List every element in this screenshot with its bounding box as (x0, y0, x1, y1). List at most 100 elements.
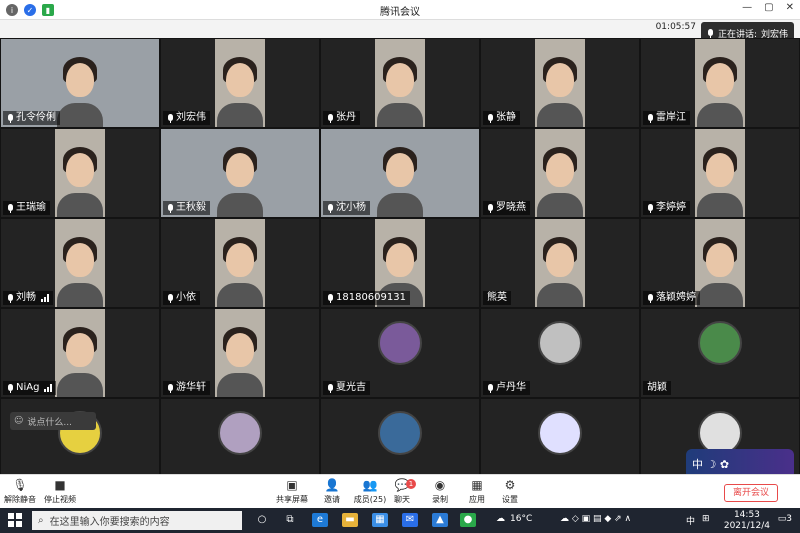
participant-name-tag: 游华轩 (163, 381, 210, 395)
edge-icon[interactable]: e (312, 513, 328, 527)
mic-icon (327, 203, 334, 213)
participant-tile[interactable]: 张丹 (320, 38, 480, 128)
participant-tile[interactable]: 胡颖 (640, 308, 800, 398)
share-screen-button[interactable]: ▣ 共享屏幕 (272, 478, 312, 505)
stop-video-label: 停止视频 (44, 495, 76, 504)
participant-face (226, 333, 254, 367)
mic-icon (167, 383, 174, 393)
tray-icons[interactable]: ☁ ◇ ▣ ▤ ◆ ⇗ ∧ (560, 514, 631, 524)
ime-mode-icon[interactable]: ⊞ (702, 514, 710, 524)
wechat-icon[interactable]: ● (460, 513, 476, 527)
chat-badge: 1 (406, 479, 416, 489)
ime-indicator[interactable]: 中 (686, 514, 695, 527)
participant-avatar (698, 321, 742, 365)
chat-button[interactable]: 💬 1 聊天 (382, 478, 422, 505)
participant-tile[interactable]: 游华轩 (160, 308, 320, 398)
participant-name-tag: 张静 (483, 111, 520, 125)
close-button[interactable]: ✕ (786, 2, 794, 13)
mic-off-icon: 🎙 (12, 478, 28, 492)
maximize-button[interactable]: ▢ (764, 2, 773, 13)
taskbar-search[interactable]: ⌕ 在这里输入你要搜索的内容 (32, 511, 242, 530)
store-icon[interactable]: ▦ (372, 513, 388, 527)
participant-name: 游华轩 (176, 382, 206, 393)
invite-button[interactable]: 👤 邀请 (312, 478, 352, 505)
participant-name-tag: 熊英 (483, 291, 511, 305)
participant-tile[interactable]: 刘畅 (0, 218, 160, 308)
participant-tile[interactable]: 沈小杨 (320, 128, 480, 218)
mic-icon (7, 293, 14, 303)
windows-taskbar: ⌕ 在这里输入你要搜索的内容 ○ ⧉ e ▬ ▦ ✉ ▲ ● ☁ 16°C ☁ … (0, 508, 800, 533)
participant-body (57, 283, 103, 307)
weather-icon[interactable]: ☁ (496, 514, 505, 524)
record-button[interactable]: ◉ 录制 (420, 478, 460, 505)
participant-name-tag: 18180609131 (323, 291, 410, 305)
participant-name: 罗晓燕 (496, 202, 526, 213)
notification-icon[interactable]: ▭3 (778, 514, 792, 524)
emoji-icon[interactable]: ☺ (14, 416, 23, 426)
participant-tile[interactable]: 刘宏伟 (160, 38, 320, 128)
participant-body (217, 193, 263, 217)
tencent-meeting-icon[interactable]: ▲ (432, 513, 448, 527)
participant-name: 张静 (496, 112, 516, 123)
participant-name: 王瑞瑜 (16, 202, 46, 213)
decorative-widget-text: 中 ☽ ✿ (692, 458, 730, 471)
participant-face (226, 243, 254, 277)
task-view-icon[interactable]: ⧉ (282, 513, 298, 527)
chat-label: 聊天 (394, 495, 410, 504)
participant-tile[interactable]: 王瑞瑜 (0, 128, 160, 218)
participant-video (535, 39, 585, 127)
participant-tile[interactable]: 孔令伶俐 (0, 38, 160, 128)
participant-tile[interactable]: 熊英 (480, 218, 640, 308)
participant-name-tag: 胡颖 (643, 381, 671, 395)
leave-meeting-button[interactable]: 离开会议 (723, 484, 778, 502)
participant-body (697, 283, 743, 307)
clock-date: 2021/12/4 (723, 521, 770, 531)
weather-temp[interactable]: 16°C (510, 514, 532, 524)
file-explorer-icon[interactable]: ▬ (342, 513, 358, 527)
participant-avatar (378, 321, 422, 365)
invite-label: 邀请 (324, 495, 340, 504)
participant-name-tag: 刘畅 (3, 291, 53, 305)
participant-tile[interactable]: 夏光吉 (320, 308, 480, 398)
participant-name: 张丹 (336, 112, 356, 123)
participant-body (697, 103, 743, 127)
stop-video-button[interactable]: ■ 停止视频 (40, 478, 80, 505)
participant-tile[interactable]: 雷岸江 (640, 38, 800, 128)
share-screen-icon: ▣ (286, 478, 298, 492)
participant-name: 小依 (176, 292, 196, 303)
participant-face (66, 153, 94, 187)
participant-tile[interactable]: 18180609131 (320, 218, 480, 308)
participant-face (226, 153, 254, 187)
participant-name: 孔令伶俐 (16, 112, 56, 123)
mic-icon (647, 113, 654, 123)
participant-name: 熊英 (487, 292, 507, 303)
participant-tile[interactable]: 小依 (160, 218, 320, 308)
participant-tile[interactable]: 张静 (480, 38, 640, 128)
participant-tile[interactable]: 落颖娉婷 (640, 218, 800, 308)
mic-icon (7, 383, 14, 393)
windows-start-icon[interactable] (8, 513, 22, 527)
invite-icon: 👤 (324, 478, 340, 492)
cortana-icon[interactable]: ○ (254, 513, 270, 527)
participant-tile[interactable]: 卢丹华 (480, 308, 640, 398)
participant-body (377, 103, 423, 127)
minimize-button[interactable]: — (742, 2, 752, 13)
participant-body (217, 103, 263, 127)
mail-icon[interactable]: ✉ (402, 513, 418, 527)
participant-name: 雷岸江 (656, 112, 686, 123)
chat-placeholder: 说点什么... (27, 417, 72, 428)
settings-label: 设置 (502, 495, 518, 504)
title-bar: i ✓ ▮ 腾讯会议 — ▢ ✕ (0, 0, 800, 20)
taskbar-clock[interactable]: 14:53 2021/12/4 (724, 510, 770, 532)
settings-button[interactable]: ⚙ 设置 (490, 478, 530, 505)
participant-name-tag: 落颖娉婷 (643, 291, 700, 305)
unmute-button[interactable]: 🎙 解除静音 (0, 478, 40, 505)
participant-tile[interactable]: 罗晓燕 (480, 128, 640, 218)
participant-tile[interactable]: 李婷婷 (640, 128, 800, 218)
participant-tile[interactable]: 王秋毅 (160, 128, 320, 218)
participant-tile[interactable]: NiAg (0, 308, 160, 398)
chat-quick-input[interactable]: ☺ 说点什么... (10, 412, 96, 430)
mic-icon (327, 383, 334, 393)
apps-icon: ▦ (471, 478, 483, 492)
participant-name-tag: 卢丹华 (483, 381, 530, 395)
